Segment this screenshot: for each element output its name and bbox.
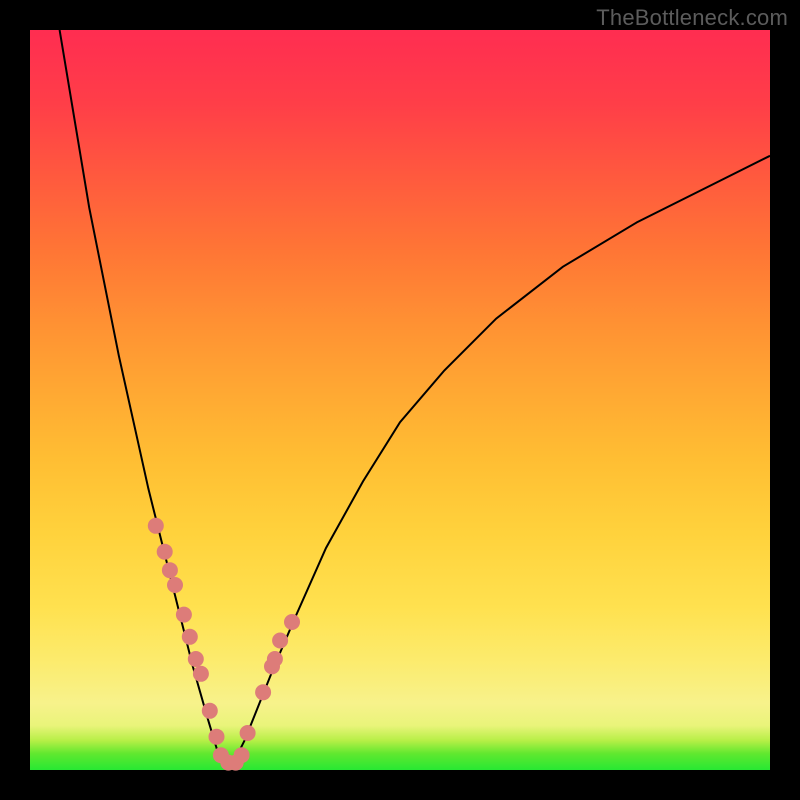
data-points — [148, 518, 300, 771]
data-point — [240, 725, 256, 741]
data-point — [148, 518, 164, 534]
data-point — [176, 607, 192, 623]
data-point — [255, 684, 271, 700]
outer-frame: TheBottleneck.com — [0, 0, 800, 800]
chart-svg — [30, 30, 770, 770]
data-point — [157, 544, 173, 560]
data-point — [284, 614, 300, 630]
right-bottleneck-curve — [230, 156, 770, 770]
data-point — [162, 562, 178, 578]
data-point — [209, 729, 225, 745]
data-point — [234, 747, 250, 763]
watermark-text: TheBottleneck.com — [596, 5, 788, 31]
data-point — [182, 629, 198, 645]
data-point — [267, 651, 283, 667]
plot-area — [30, 30, 770, 770]
data-point — [167, 577, 183, 593]
left-bottleneck-curve — [60, 30, 230, 770]
data-point — [202, 703, 218, 719]
data-point — [188, 651, 204, 667]
data-point — [272, 633, 288, 649]
data-point — [193, 666, 209, 682]
